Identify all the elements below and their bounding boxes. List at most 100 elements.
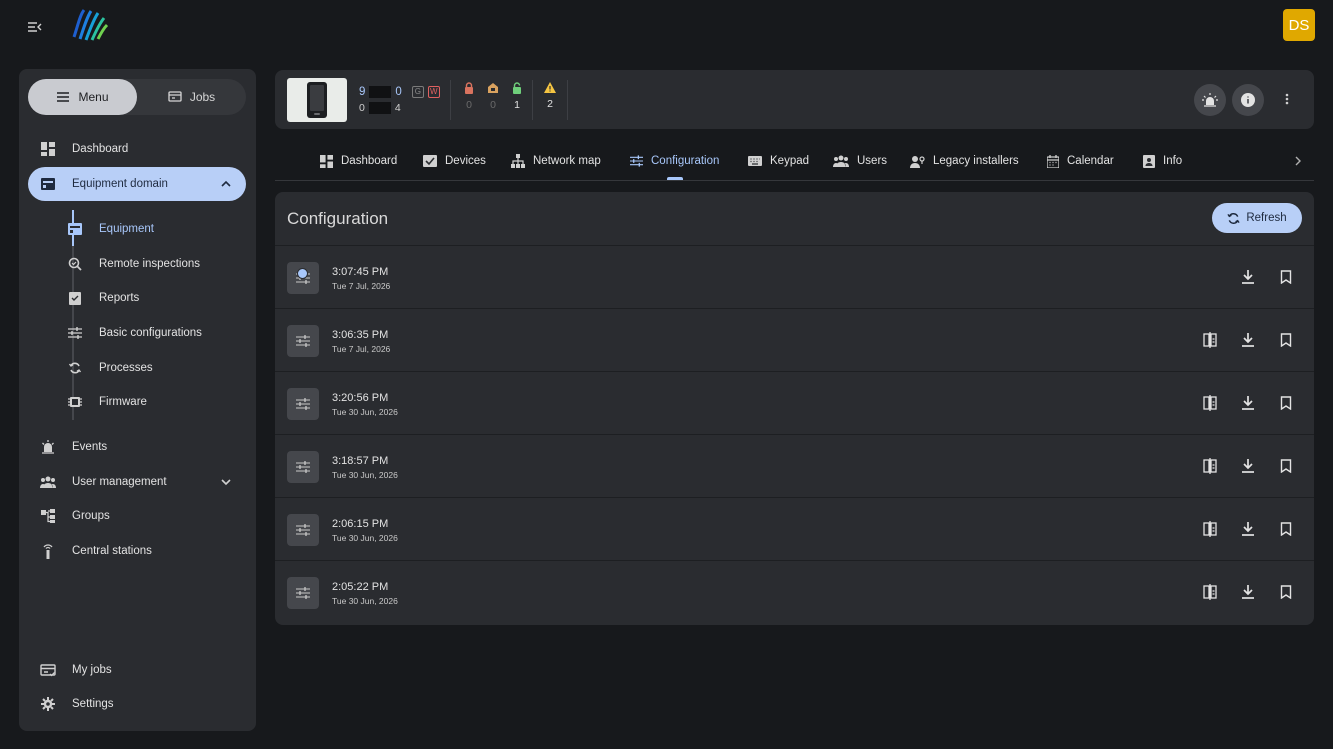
sidebar-item-label: Events <box>72 441 108 453</box>
jobs-icon <box>168 91 182 103</box>
download-icon[interactable] <box>1239 394 1257 412</box>
row-date: Tue 30 Jun, 2026 <box>332 533 398 543</box>
download-icon[interactable] <box>1239 583 1257 601</box>
tune-icon <box>287 325 319 357</box>
more-options-icon[interactable] <box>1279 91 1295 107</box>
refresh-icon <box>1227 212 1240 225</box>
sidebar-item-groups[interactable]: Groups <box>28 499 246 533</box>
row-date: Tue 30 Jun, 2026 <box>332 470 398 480</box>
users-icon <box>40 474 56 490</box>
device-serial-end: 0 <box>395 86 402 98</box>
tab-label: Keypad <box>770 155 810 167</box>
sidebar-item-label: Central stations <box>72 545 152 557</box>
sidebar-subitem-label: Basic configurations <box>99 327 202 339</box>
tune-icon <box>287 577 319 609</box>
info-button[interactable] <box>1232 84 1264 116</box>
tab-dashboard[interactable]: Dashboard <box>320 152 397 170</box>
tab-keypad[interactable]: Keypad <box>748 152 809 170</box>
stat-value: 2 <box>547 98 553 110</box>
sidebar-item-dashboard[interactable]: Dashboard <box>28 132 246 166</box>
divider <box>450 80 451 120</box>
badge-w: W <box>427 86 440 98</box>
compare-icon[interactable] <box>1201 520 1219 538</box>
refresh-label: Refresh <box>1246 212 1287 224</box>
emergency-button[interactable] <box>1194 84 1226 116</box>
bookmark-icon[interactable] <box>1277 583 1295 601</box>
sidebar-item-label: My jobs <box>72 664 112 676</box>
gear-icon <box>40 696 56 712</box>
tab-label: Users <box>857 155 888 167</box>
download-icon[interactable] <box>1239 520 1257 538</box>
jobs-segment-button[interactable]: Jobs <box>137 79 246 115</box>
device-image[interactable] <box>287 78 347 122</box>
row-time: 2:06:15 PM <box>332 518 389 530</box>
chevron-down-icon <box>220 476 232 488</box>
configuration-row[interactable]: 3:20:56 PM Tue 30 Jun, 2026 <box>275 371 1314 433</box>
download-icon[interactable] <box>1239 268 1257 286</box>
menu-jobs-toggle: Menu Jobs <box>28 79 246 115</box>
equipment-icon <box>40 176 56 192</box>
sidebar-subitem-reports[interactable]: Reports <box>55 283 245 313</box>
sidebar-subitem-remote-inspections[interactable]: Remote inspections <box>55 249 245 279</box>
info-icon <box>1241 93 1255 107</box>
bookmark-icon[interactable] <box>1277 520 1295 538</box>
tab-legacy-installers[interactable]: Legacy installers <box>910 152 1019 170</box>
configuration-row[interactable]: 3:18:57 PM Tue 30 Jun, 2026 <box>275 434 1314 496</box>
panel-title: Configuration <box>287 209 389 228</box>
tab-label: Calendar <box>1067 155 1114 167</box>
configuration-row[interactable]: 3:07:45 PM Tue 7 Jul, 2026 <box>275 245 1314 307</box>
stat-warnings[interactable]: 2 <box>543 82 557 110</box>
sidebar-item-label: Settings <box>72 698 114 710</box>
device-header: 9 0 G W 0 4 0 0 1 2 <box>275 70 1314 129</box>
sidebar-subitem-label: Firmware <box>99 396 147 408</box>
dashboard-icon <box>40 141 56 157</box>
sidebar-item-equipment-domain[interactable]: Equipment domain <box>28 167 246 201</box>
sidebar-item-my-jobs[interactable]: My jobs <box>28 653 246 687</box>
bookmark-icon[interactable] <box>1277 331 1295 349</box>
sidebar-item-label: User management <box>72 476 167 488</box>
tab-users[interactable]: Users <box>833 152 887 170</box>
tab-devices[interactable]: Devices <box>423 152 486 170</box>
configuration-row[interactable]: 2:06:15 PM Tue 30 Jun, 2026 <box>275 497 1314 559</box>
download-icon[interactable] <box>1239 457 1257 475</box>
bookmark-icon[interactable] <box>1277 457 1295 475</box>
sidebar-item-user-management[interactable]: User management <box>28 465 246 499</box>
sidebar-subitem-processes[interactable]: Processes <box>55 353 245 383</box>
row-date: Tue 7 Jul, 2026 <box>332 344 391 354</box>
row-date: Tue 30 Jun, 2026 <box>332 407 398 417</box>
tab-network-map[interactable]: Network map <box>511 152 601 170</box>
avatar[interactable]: DS <box>1283 9 1315 41</box>
inspection-icon <box>67 256 83 272</box>
compare-icon[interactable] <box>1201 331 1219 349</box>
sync-icon <box>67 360 83 376</box>
bookmark-icon[interactable] <box>1277 268 1295 286</box>
sidebar-subitem-equipment[interactable]: Equipment <box>55 214 245 244</box>
configuration-row[interactable]: 3:06:35 PM Tue 7 Jul, 2026 <box>275 308 1314 370</box>
active-tab-indicator <box>667 177 683 180</box>
tab-calendar[interactable]: Calendar <box>1047 152 1114 170</box>
refresh-button[interactable]: Refresh <box>1212 203 1302 233</box>
configuration-panel: Configuration Refresh 3:07:45 PM Tue 7 Ju… <box>275 192 1314 625</box>
stat-home: 0 <box>486 82 500 111</box>
menu-segment-button[interactable]: Menu <box>28 79 137 115</box>
badge-g: G <box>411 86 424 98</box>
sidebar-subitem-firmware[interactable]: Firmware <box>55 387 245 417</box>
logo <box>70 7 110 43</box>
configuration-row[interactable]: 2:05:22 PM Tue 30 Jun, 2026 <box>275 560 1314 622</box>
sidebar-subitem-basic-configurations[interactable]: Basic configurations <box>55 318 245 348</box>
compare-icon[interactable] <box>1201 457 1219 475</box>
bookmark-icon[interactable] <box>1277 394 1295 412</box>
device-serial-start: 9 <box>359 86 366 98</box>
compare-icon[interactable] <box>1201 583 1219 601</box>
compare-icon[interactable] <box>1201 394 1219 412</box>
tab-info[interactable]: Info <box>1143 152 1182 170</box>
tab-configuration[interactable]: Configuration <box>630 152 719 170</box>
download-icon[interactable] <box>1239 331 1257 349</box>
chevron-right-icon[interactable] <box>1291 154 1305 168</box>
sidebar-item-events[interactable]: Events <box>28 430 246 464</box>
tune-icon <box>287 388 319 420</box>
menu-toggle-icon[interactable] <box>26 18 44 36</box>
sidebar-item-settings[interactable]: Settings <box>28 687 246 721</box>
installer-icon <box>910 155 925 168</box>
sidebar-item-central-stations[interactable]: Central stations <box>28 534 246 568</box>
